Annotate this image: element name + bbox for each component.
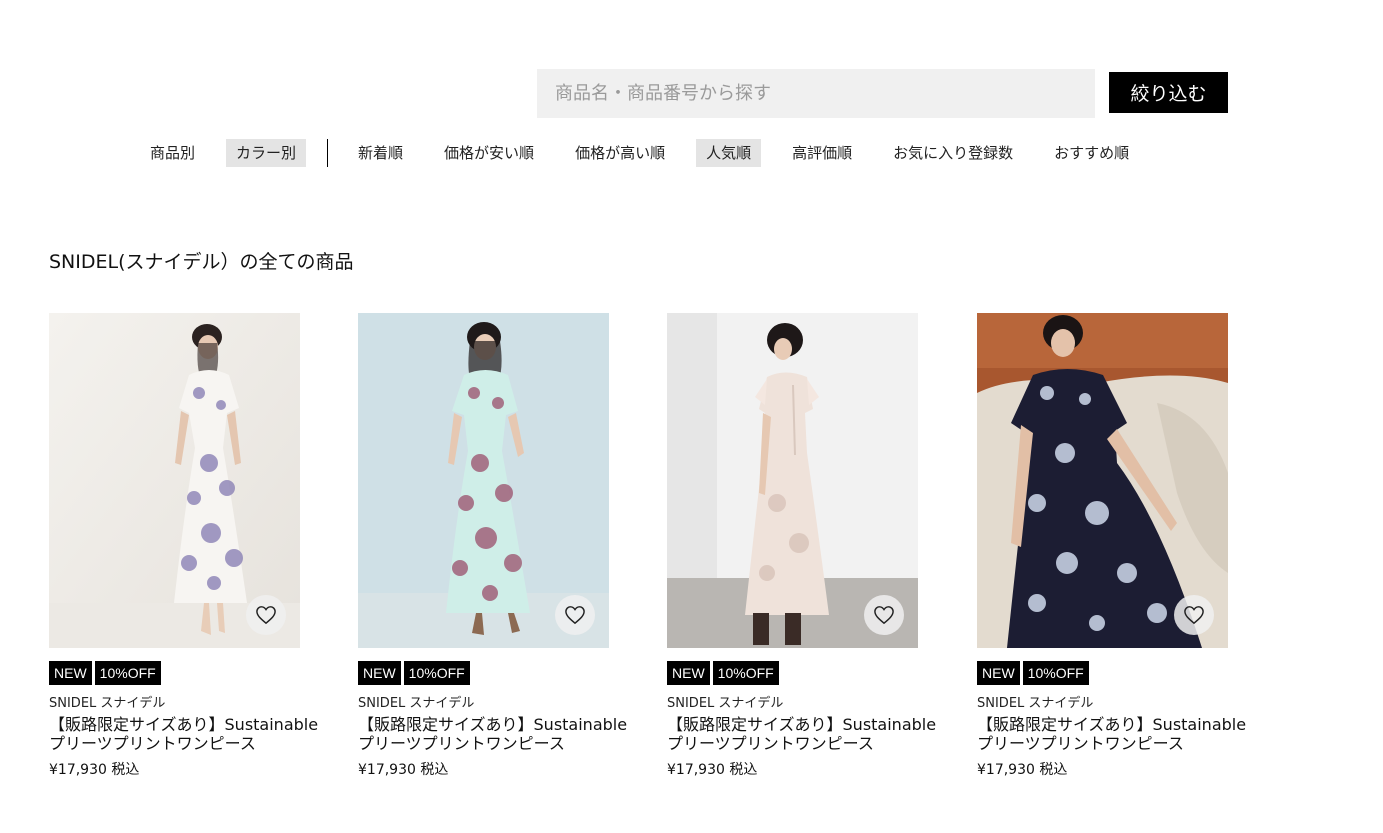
- heart-icon: [874, 606, 894, 625]
- product-name[interactable]: 【販路限定サイズあり】Sustainable プリーツプリントワンピース: [358, 715, 628, 753]
- sort-popular[interactable]: 人気順: [696, 139, 762, 167]
- product-name[interactable]: 【販路限定サイズあり】Sustainable プリーツプリントワンピース: [667, 715, 937, 753]
- new-badge: NEW: [49, 661, 92, 685]
- favorite-button[interactable]: [864, 595, 904, 635]
- favorite-button[interactable]: [1174, 595, 1214, 635]
- sort-favorites[interactable]: お気に入り登録数: [883, 139, 1023, 167]
- product-price: ¥17,930 税込: [358, 762, 449, 778]
- sort-price-low[interactable]: 価格が安い順: [434, 139, 544, 167]
- product-brand: SNIDEL スナイデル: [667, 696, 784, 711]
- product-name-line1: 【販路限定サイズあり】Sustainable: [977, 715, 1247, 734]
- favorite-button[interactable]: [555, 595, 595, 635]
- mint-pink-floral-dress-photo[interactable]: [358, 313, 609, 648]
- product-name-line2: プリーツプリントワンピース: [667, 734, 874, 753]
- filter-submit-button[interactable]: 絞り込む: [1109, 72, 1228, 113]
- product-name-line2: プリーツプリントワンピース: [49, 734, 256, 753]
- badge-group: NEW 10%OFF: [49, 661, 300, 685]
- heart-icon: [1184, 606, 1204, 625]
- product-brand: SNIDEL スナイデル: [358, 696, 475, 711]
- sort-recommended[interactable]: おすすめ順: [1044, 139, 1139, 167]
- discount-badge: 10%OFF: [403, 661, 470, 685]
- search-input[interactable]: [537, 69, 1095, 118]
- navy-floral-dress-seated-photo[interactable]: [977, 313, 1228, 648]
- product-card[interactable]: NEW 10%OFF SNIDEL スナイデル 【販路限定サイズあり】Susta…: [358, 313, 627, 779]
- badge-group: NEW 10%OFF: [667, 661, 918, 685]
- filter-sort-bar: 商品別 カラー別 新着順 価格が安い順 価格が高い順 人気順 高評価順 お気に入…: [140, 136, 1139, 170]
- beige-floral-dress-back-view-photo[interactable]: [667, 313, 918, 648]
- product-name-line2: プリーツプリントワンピース: [977, 734, 1184, 753]
- heart-icon: [256, 606, 276, 625]
- product-price: ¥17,930 税込: [667, 762, 758, 778]
- white-lilac-floral-dress-photo[interactable]: [49, 313, 300, 648]
- product-card[interactable]: NEW 10%OFF SNIDEL スナイデル 【販路限定サイズあり】Susta…: [977, 313, 1246, 779]
- product-price: ¥17,930 税込: [49, 762, 140, 778]
- product-brand: SNIDEL スナイデル: [977, 696, 1094, 711]
- new-badge: NEW: [667, 661, 710, 685]
- product-name-line1: 【販路限定サイズあり】Sustainable: [667, 715, 937, 734]
- sort-price-high[interactable]: 価格が高い順: [565, 139, 675, 167]
- product-name-line2: プリーツプリントワンピース: [358, 734, 565, 753]
- badge-group: NEW 10%OFF: [977, 661, 1228, 685]
- product-name[interactable]: 【販路限定サイズあり】Sustainable プリーツプリントワンピース: [49, 715, 319, 753]
- heart-icon: [565, 606, 585, 625]
- product-price: ¥17,930 税込: [977, 762, 1068, 778]
- filter-divider: [327, 139, 329, 167]
- page-title: SNIDEL(スナイデル）の全ての商品: [49, 251, 354, 273]
- sort-rating[interactable]: 高評価順: [782, 139, 862, 167]
- favorite-button[interactable]: [246, 595, 286, 635]
- product-card[interactable]: NEW 10%OFF SNIDEL スナイデル 【販路限定サイズあり】Susta…: [49, 313, 318, 779]
- new-badge: NEW: [358, 661, 401, 685]
- product-brand: SNIDEL スナイデル: [49, 696, 166, 711]
- discount-badge: 10%OFF: [1022, 661, 1089, 685]
- product-name[interactable]: 【販路限定サイズあり】Sustainable プリーツプリントワンピース: [977, 715, 1247, 753]
- filter-by-product[interactable]: 商品別: [140, 139, 205, 167]
- product-name-line1: 【販路限定サイズあり】Sustainable: [358, 715, 628, 734]
- discount-badge: 10%OFF: [94, 661, 161, 685]
- discount-badge: 10%OFF: [712, 661, 779, 685]
- product-card[interactable]: NEW 10%OFF SNIDEL スナイデル 【販路限定サイズあり】Susta…: [667, 313, 936, 779]
- sort-newest[interactable]: 新着順: [348, 139, 413, 167]
- new-badge: NEW: [977, 661, 1020, 685]
- product-name-line1: 【販路限定サイズあり】Sustainable: [49, 715, 319, 734]
- badge-group: NEW 10%OFF: [358, 661, 609, 685]
- filter-by-color[interactable]: カラー別: [226, 139, 307, 167]
